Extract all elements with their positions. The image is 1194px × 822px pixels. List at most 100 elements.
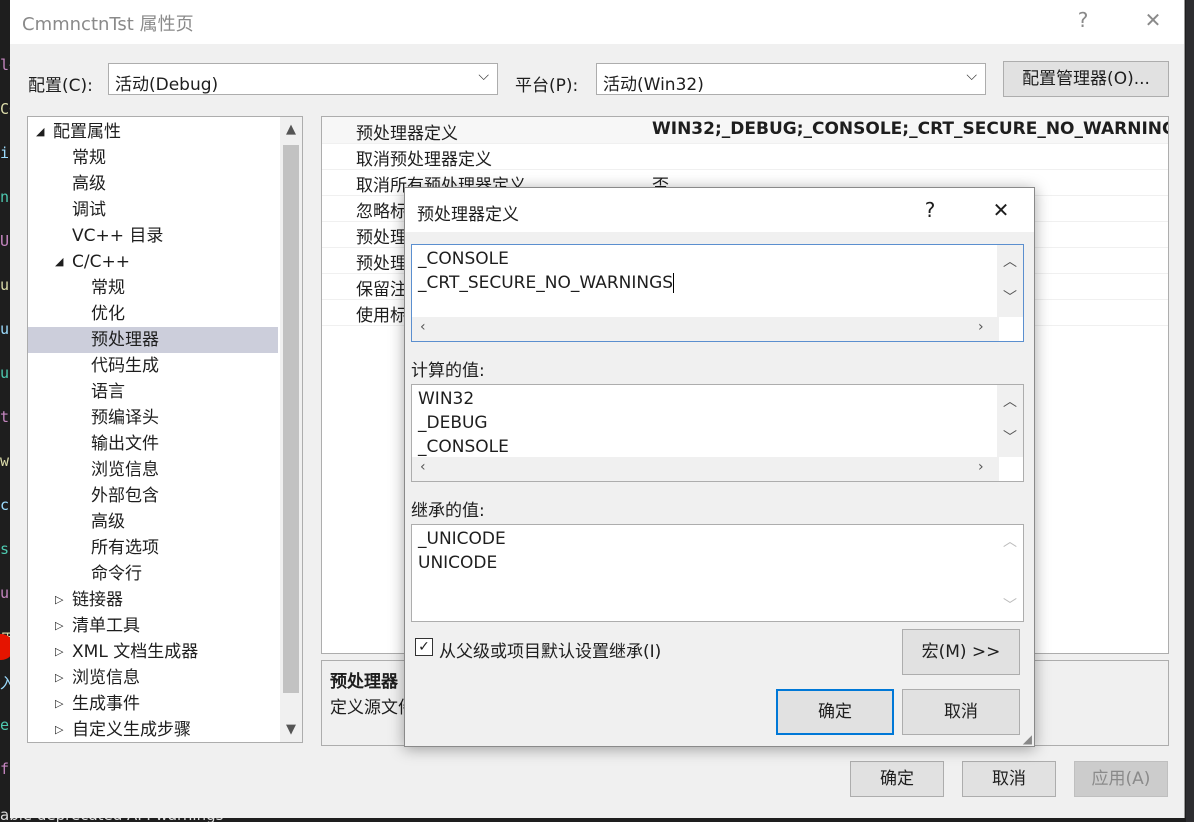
tree-item-label: 所有选项 xyxy=(91,538,159,558)
tree-item-label: 代码生成 xyxy=(91,356,159,376)
tree-item-label: 配置属性 xyxy=(53,122,121,142)
tree-item[interactable]: ▷ 生成事件 xyxy=(28,691,278,717)
cancel-button[interactable]: 取消 xyxy=(962,761,1056,797)
expand-arrow-icon[interactable]: ▷ xyxy=(55,587,63,613)
tree-item[interactable]: 命令行 xyxy=(28,561,278,587)
macro-button-label: 宏(M) >> xyxy=(921,642,1001,662)
tree-item-label: 常规 xyxy=(72,148,106,168)
dialog-cancel-button[interactable]: 取消 xyxy=(902,689,1020,735)
tree-item-label: 常规 xyxy=(91,278,125,298)
tree-item[interactable]: 预处理器 xyxy=(28,327,278,353)
tree-item-label: 优化 xyxy=(91,304,125,324)
config-manager-button[interactable]: 配置管理器(O)... xyxy=(1003,61,1169,97)
dialog-ok-button-label: 确定 xyxy=(818,702,852,722)
definitions-edit-box[interactable]: _CONSOLE _CRT_SECURE_NO_WARNINGS ︿ ﹀ ‹ › xyxy=(411,244,1024,342)
background-code-line: ne xyxy=(0,188,10,206)
property-name: 取消预处理器定义 xyxy=(356,150,492,170)
computed-hscrollbar[interactable]: ‹ › xyxy=(412,457,999,481)
expand-arrow-icon[interactable]: ▷ xyxy=(55,691,63,717)
tree-item[interactable]: 高级 xyxy=(28,509,278,535)
chevron-up-icon[interactable]: ︿ xyxy=(1003,391,1017,411)
tree-item[interactable]: ▷ 链接器 xyxy=(28,587,278,613)
tree-item[interactable]: ▷ XML 文档生成器 xyxy=(28,639,278,665)
chevron-up-icon[interactable]: ︿ xyxy=(1003,531,1017,551)
tree-item[interactable]: 高级 xyxy=(28,171,278,197)
tree-item[interactable]: 输出文件 xyxy=(28,431,278,457)
tree-scrollbar[interactable]: ▲ ▼ xyxy=(280,117,302,742)
edit-vscrollbar[interactable]: ︿ ﹀ xyxy=(997,245,1023,317)
property-name: 预处理 xyxy=(356,254,407,274)
tree-item-label: 预处理器 xyxy=(91,330,159,350)
expand-arrow-icon[interactable]: ▷ xyxy=(55,717,63,742)
chevron-up-icon[interactable]: ︿ xyxy=(1003,251,1017,271)
tree-item[interactable]: 语言 xyxy=(28,379,278,405)
tree-item-label: 自定义生成步骤 xyxy=(72,720,191,740)
config-combo[interactable]: 活动(Debug) ⌵ xyxy=(108,63,498,95)
resize-grip-icon[interactable]: ◢ xyxy=(1023,732,1032,746)
close-icon[interactable]: ✕ xyxy=(986,198,1016,222)
computed-line: _DEBUG xyxy=(418,413,488,433)
collapse-arrow-icon[interactable]: ◢ xyxy=(36,119,44,145)
property-row[interactable]: 预处理器定义 WIN32;_DEBUG;_CONSOLE;_CRT_SECURE_… xyxy=(322,117,1168,144)
background-code-line: t xyxy=(0,408,10,426)
tree-item[interactable]: ◢ C/C++ xyxy=(28,249,278,275)
property-name: 预处理 xyxy=(356,228,407,248)
tree-scroll-thumb[interactable] xyxy=(283,145,299,693)
dialog-ok-button[interactable]: 确定 xyxy=(776,689,894,735)
ok-button[interactable]: 确定 xyxy=(850,761,944,797)
tree-item[interactable]: ▷ 浏览信息 xyxy=(28,665,278,691)
close-icon[interactable]: ✕ xyxy=(1138,8,1168,32)
chevron-right-icon[interactable]: › xyxy=(978,319,984,335)
chevron-down-icon[interactable]: ﹀ xyxy=(1003,287,1017,307)
computed-vscrollbar[interactable]: ︿ ﹀ xyxy=(997,385,1023,457)
property-value: WIN32;_DEBUG;_CONSOLE;_CRT_SECURE_NO_WAR… xyxy=(652,119,1169,139)
help-icon[interactable]: ? xyxy=(1068,8,1098,32)
platform-combo[interactable]: 活动(Win32) ⌵ xyxy=(596,63,986,95)
chevron-up-icon[interactable]: ▲ xyxy=(280,122,302,137)
tree-item[interactable]: ▷ 自定义生成步骤 xyxy=(28,717,278,742)
property-row[interactable]: 取消预处理器定义 xyxy=(322,143,1168,170)
chevron-down-icon[interactable]: ﹀ xyxy=(1003,427,1017,447)
tree-item[interactable]: ▷ 清单工具 xyxy=(28,613,278,639)
computed-line: WIN32 xyxy=(418,389,475,409)
tree-item[interactable]: 代码生成 xyxy=(28,353,278,379)
chevron-down-icon: ⌵ xyxy=(478,68,489,84)
tree-item-label: 高级 xyxy=(91,512,125,532)
tree-item[interactable]: 常规 xyxy=(28,275,278,301)
tree-item[interactable]: 优化 xyxy=(28,301,278,327)
property-name: 保留注 xyxy=(356,280,407,300)
edit-hscrollbar[interactable]: ‹ › xyxy=(412,317,999,341)
chevron-left-icon[interactable]: ‹ xyxy=(420,319,426,335)
expand-arrow-icon[interactable]: ▷ xyxy=(55,639,63,665)
background-code-line: US xyxy=(0,232,10,250)
expand-arrow-icon[interactable]: ▷ xyxy=(55,665,63,691)
tree-item-label: 高级 xyxy=(72,174,106,194)
chevron-down-icon[interactable]: ﹀ xyxy=(1003,595,1017,615)
tree-item-label: 外部包含 xyxy=(91,486,159,506)
tree-item[interactable]: 预编译头 xyxy=(28,405,278,431)
property-tree[interactable]: ◢ 配置属性 常规 高级 调试 VC++ 目录 ◢ C/C++ 常规 优化 预处理器 代码生成 语言 预编… xyxy=(27,116,303,743)
chevron-down-icon[interactable]: ▼ xyxy=(280,722,302,737)
chevron-left-icon[interactable]: ‹ xyxy=(420,459,426,475)
tree-item[interactable]: 常规 xyxy=(28,145,278,171)
tree-item[interactable]: ◢ 配置属性 xyxy=(28,119,278,145)
expand-arrow-icon[interactable]: ▷ xyxy=(55,613,63,639)
inherited-line: _UNICODE xyxy=(418,529,506,549)
tree-item[interactable]: VC++ 目录 xyxy=(28,223,278,249)
inherited-line: UNICODE xyxy=(418,553,498,573)
inherited-vscrollbar[interactable]: ︿ ﹀ xyxy=(997,525,1023,621)
help-icon[interactable]: ? xyxy=(915,198,945,222)
tree-item[interactable]: 所有选项 xyxy=(28,535,278,561)
computed-line: _CONSOLE xyxy=(418,437,509,457)
chevron-right-icon[interactable]: › xyxy=(978,459,984,475)
tree-item[interactable]: 外部包含 xyxy=(28,483,278,509)
dialog-titlebar: 预处理器定义 ? ✕ xyxy=(405,188,1034,232)
config-combo-value: 活动(Debug) xyxy=(115,75,219,95)
tree-item[interactable]: 调试 xyxy=(28,197,278,223)
apply-button[interactable]: 应用(A) xyxy=(1074,761,1168,797)
tree-item[interactable]: 浏览信息 xyxy=(28,457,278,483)
dialog-cancel-button-label: 取消 xyxy=(944,702,978,722)
inherit-checkbox[interactable]: ✓ xyxy=(415,638,433,656)
macro-button[interactable]: 宏(M) >> xyxy=(902,629,1020,675)
collapse-arrow-icon[interactable]: ◢ xyxy=(55,249,63,275)
